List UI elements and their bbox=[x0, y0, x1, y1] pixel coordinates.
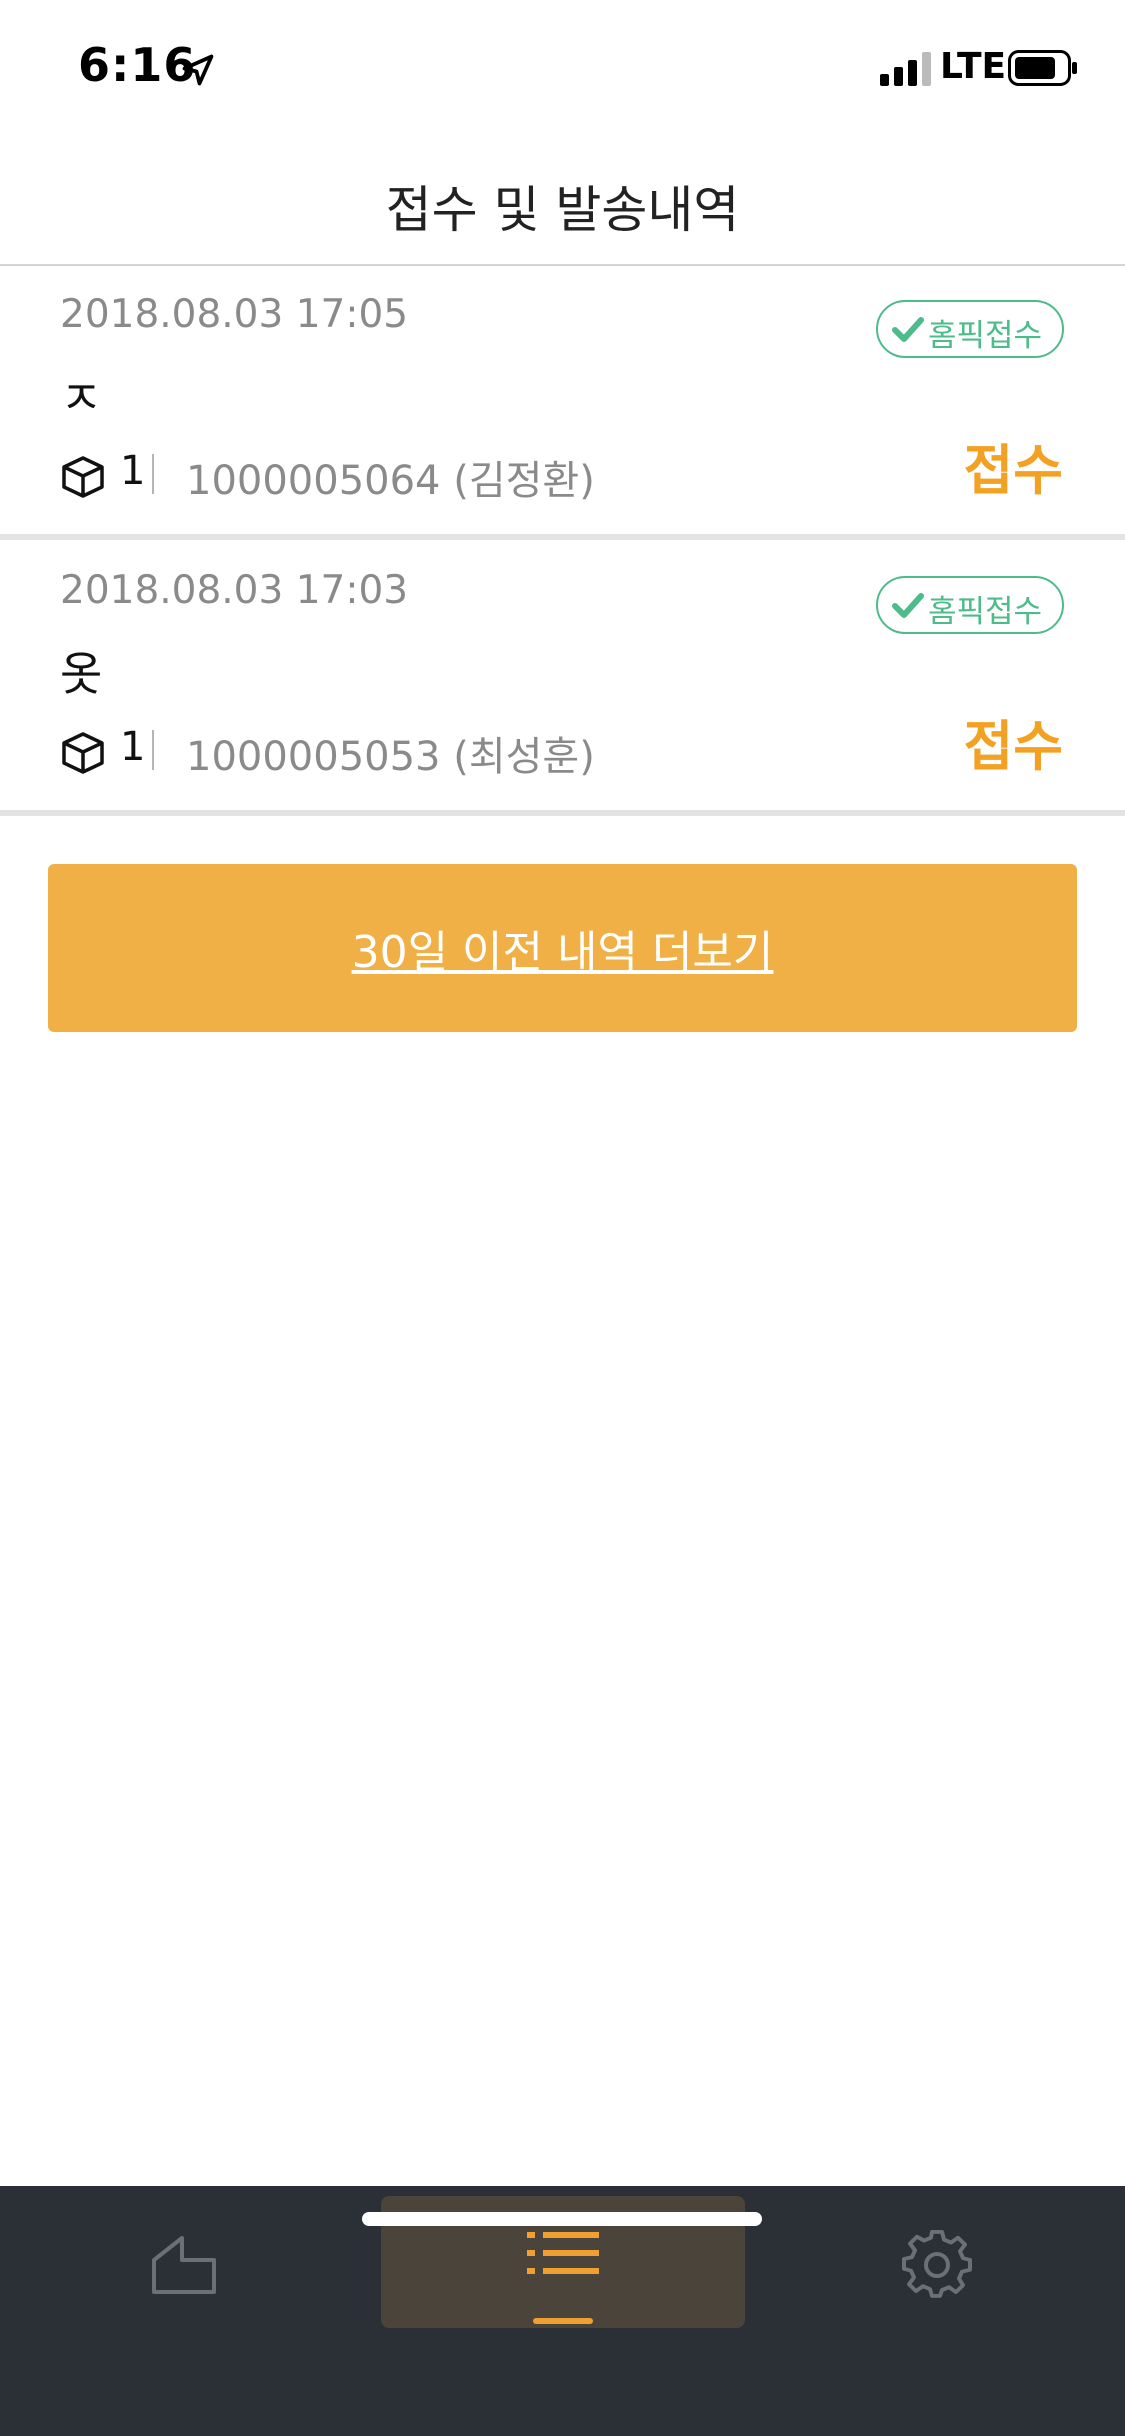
network-label: LTE bbox=[940, 46, 1007, 87]
battery-icon bbox=[1008, 50, 1077, 86]
nav-header: 접수 및 발송내역 bbox=[0, 132, 1125, 266]
item-status: 접수 bbox=[963, 439, 1063, 502]
item-meta: 1 1000005064 (김정환) bbox=[60, 446, 760, 504]
active-tab-indicator bbox=[533, 2318, 593, 2324]
item-separator bbox=[0, 534, 1125, 540]
home-indicator bbox=[362, 2212, 762, 2226]
item-date: 2018.08.03 17:03 bbox=[60, 568, 409, 613]
list-icon bbox=[527, 2232, 599, 2274]
location-arrow-icon bbox=[182, 54, 214, 86]
item-status: 접수 bbox=[963, 715, 1063, 778]
badge-label: 홈픽접수 bbox=[928, 594, 1043, 630]
item-separator bbox=[0, 810, 1125, 816]
status-time: 6:16 bbox=[78, 38, 197, 92]
status-badge: 홈픽접수 bbox=[876, 576, 1064, 634]
status-badge: 홈픽접수 bbox=[876, 300, 1064, 358]
home-icon bbox=[152, 2236, 216, 2294]
tab-settings[interactable] bbox=[758, 2196, 1122, 2328]
status-bar: 6:16 LTE bbox=[0, 0, 1125, 132]
badge-label: 홈픽접수 bbox=[928, 318, 1043, 354]
item-name: 옷 bbox=[60, 647, 103, 701]
item-count: 1 bbox=[120, 724, 146, 770]
check-icon bbox=[892, 593, 924, 618]
page-title: 접수 및 발송내역 bbox=[385, 181, 740, 239]
item-name: ㅈ bbox=[60, 371, 103, 425]
signal-icon bbox=[880, 52, 931, 86]
item-count: 1 bbox=[120, 448, 146, 494]
package-icon bbox=[62, 456, 104, 498]
check-icon bbox=[892, 317, 924, 342]
list-item[interactable]: 2018.08.03 17:03 홈픽접수 옷 1 1000005053 (최성… bbox=[0, 542, 1125, 810]
item-tracking: 1000005053 (최성훈) bbox=[186, 734, 595, 780]
item-tracking: 1000005064 (김정환) bbox=[186, 458, 595, 504]
meta-divider bbox=[152, 454, 154, 494]
item-date: 2018.08.03 17:05 bbox=[60, 292, 409, 337]
tab-home[interactable] bbox=[0, 2196, 364, 2328]
gear-icon bbox=[902, 2230, 972, 2298]
meta-divider bbox=[152, 730, 154, 770]
list-item[interactable]: 2018.08.03 17:05 홈픽접수 ㅈ 1 1000005064 (김정… bbox=[0, 266, 1125, 534]
load-more-label: 30일 이전 내역 더보기 bbox=[351, 927, 774, 978]
item-meta: 1 1000005053 (최성훈) bbox=[60, 722, 760, 780]
load-more-button[interactable]: 30일 이전 내역 더보기 bbox=[48, 864, 1077, 1032]
package-icon bbox=[62, 732, 104, 774]
